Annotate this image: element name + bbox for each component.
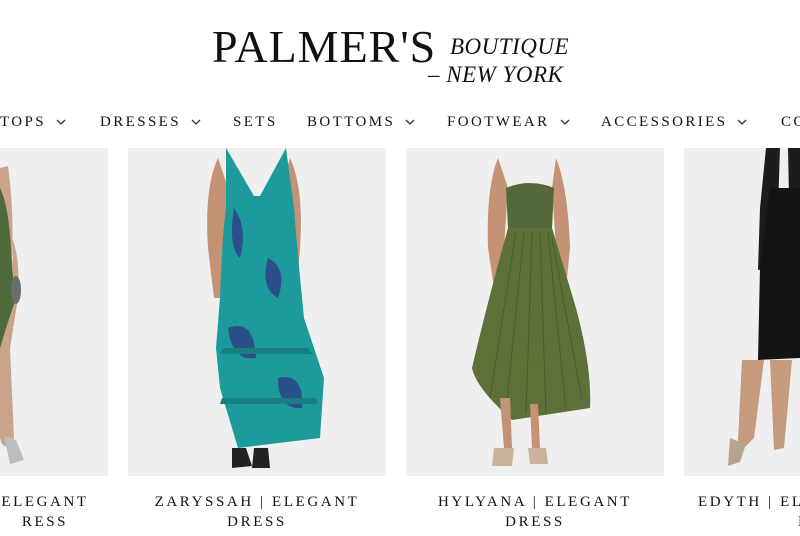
product-name[interactable]: ZARYSSAH | ELEGANT DRESS [128, 492, 386, 536]
nav-item-label: CO [781, 113, 800, 130]
chevron-down-icon [189, 115, 203, 129]
main-navigation: TOPS DRESSES SETS BOTTOMS FOOTWEAR ACCES… [0, 108, 800, 136]
product-image[interactable] [684, 148, 800, 476]
nav-item-label: SETS [233, 113, 278, 130]
product-name[interactable]: EDYTH | EL DRE [684, 492, 800, 536]
nav-item-collections[interactable]: CO [781, 108, 800, 136]
product-image[interactable] [406, 148, 664, 476]
brand-tagline-line1: BOUTIQUE [450, 34, 569, 59]
nav-item-label: ACCESSORIES [601, 113, 728, 130]
nav-item-label: BOTTOMS [307, 113, 396, 130]
nav-item-bottoms[interactable]: BOTTOMS [307, 108, 417, 136]
chevron-down-icon [54, 115, 68, 129]
nav-item-label: FOOTWEAR [447, 113, 550, 130]
product-image[interactable] [128, 148, 386, 476]
chevron-down-icon [558, 115, 572, 129]
nav-item-dresses[interactable]: DRESSES [100, 108, 203, 136]
nav-item-tops[interactable]: TOPS [0, 108, 68, 136]
nav-item-label: DRESSES [100, 113, 181, 130]
chevron-down-icon [403, 115, 417, 129]
nav-item-accessories[interactable]: ACCESSORIES [601, 108, 749, 136]
nav-item-label: TOPS [0, 113, 47, 130]
chevron-down-icon [735, 115, 749, 129]
nav-item-footwear[interactable]: FOOTWEAR [447, 108, 572, 136]
product-name[interactable]: ELEGANT RESS [0, 492, 100, 536]
product-name[interactable]: HYLYANA | ELEGANT DRESS [406, 492, 664, 536]
nav-item-sets[interactable]: SETS [233, 108, 278, 136]
product-image[interactable] [0, 148, 108, 476]
brand-name: PALMER'S [212, 21, 437, 72]
brand-tagline-line2: – NEW YORK [428, 62, 564, 87]
